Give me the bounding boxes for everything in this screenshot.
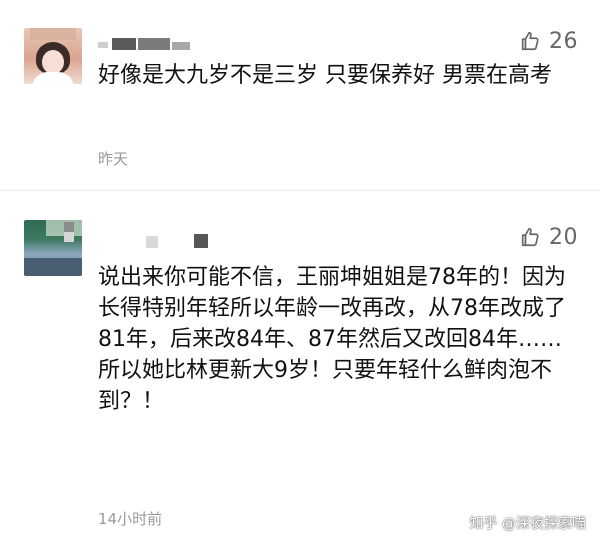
username-redacted[interactable] [98, 34, 208, 54]
zhihu-watermark: 知乎 @深夜探索喵 [469, 516, 586, 532]
user-avatar-icon[interactable] [24, 28, 82, 84]
divider [0, 190, 600, 191]
like-button[interactable]: 26 [519, 28, 578, 54]
comment-text: 好像是大九岁不是三岁 只要保养好 男票在高考 [98, 63, 552, 88]
comment-time: 14小时前 [98, 510, 163, 528]
thumbs-up-icon [521, 227, 539, 247]
comment-text: 说出来你可能不信，王丽坤姐姐是78年的！因为长得特别年轻所以年龄一改再改，从78… [98, 265, 566, 414]
like-button[interactable]: 20 [519, 224, 578, 250]
comment-time: 昨天 [98, 150, 129, 168]
like-count: 26 [549, 28, 578, 54]
thumbs-up-icon [521, 31, 539, 51]
like-count: 20 [549, 224, 578, 250]
username-redacted[interactable] [98, 232, 208, 252]
user-avatar-icon[interactable] [24, 220, 82, 276]
comment-item: 26 好像是大九岁不是三岁 只要保养好 男票在高考 昨天 [0, 0, 600, 190]
comment-item: 20 说出来你可能不信，王丽坤姐姐是78年的！因为长得特别年轻所以年龄一改再改，… [0, 200, 600, 547]
